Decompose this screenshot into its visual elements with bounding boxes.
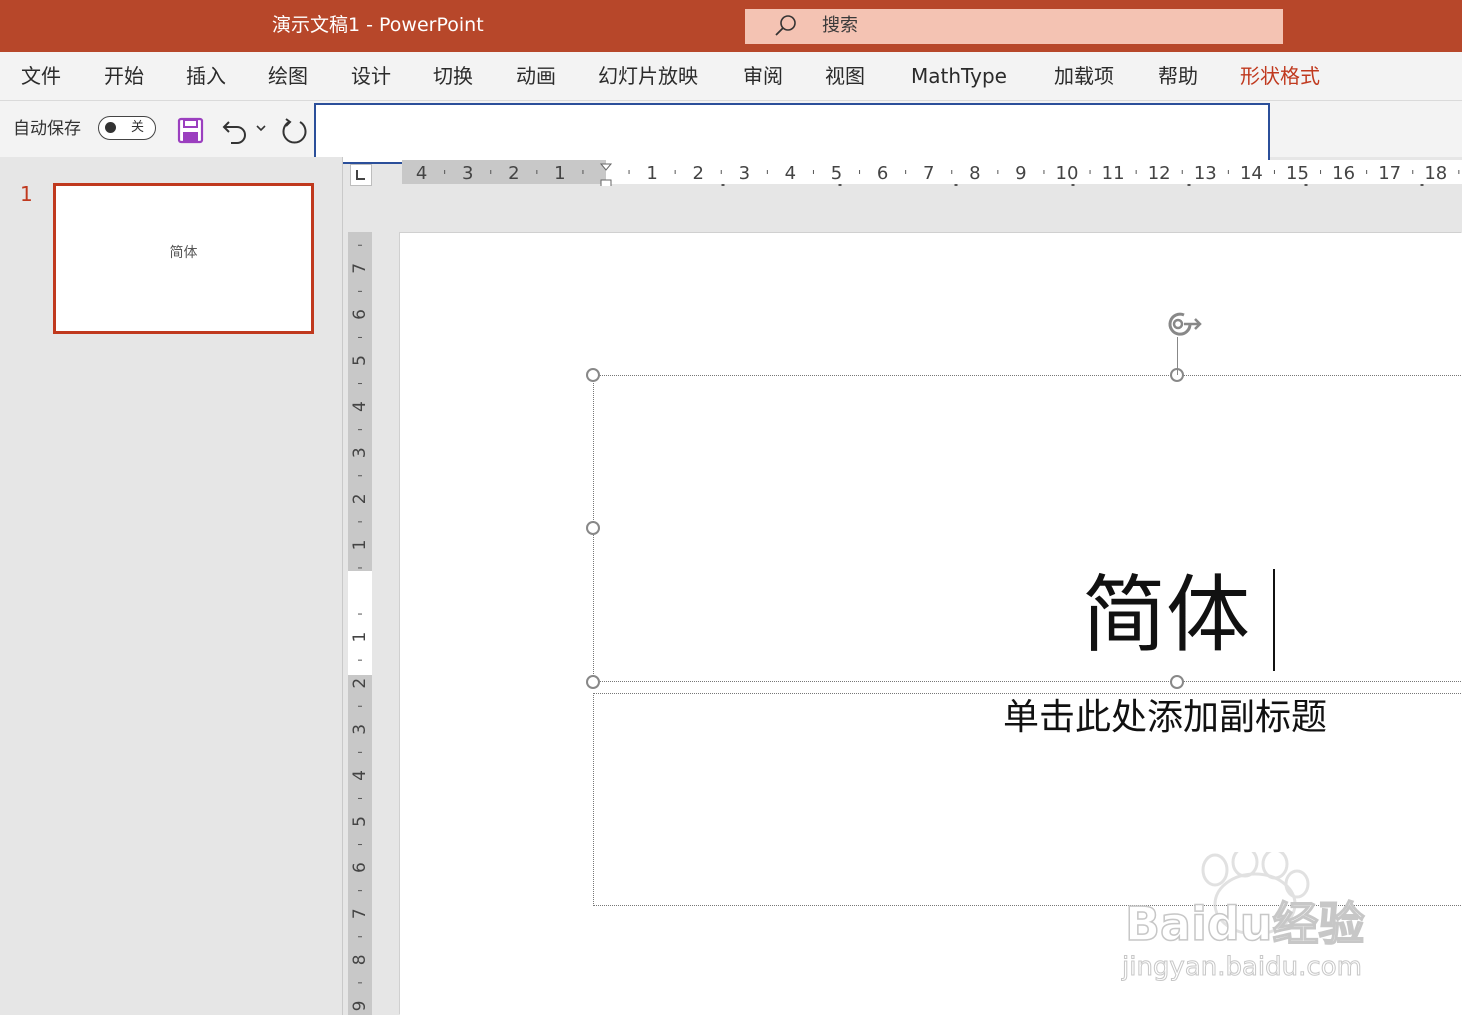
ruler-label: 7 <box>350 263 370 274</box>
autosave-toggle[interactable]: 关 <box>98 116 156 140</box>
name-box-input[interactable] <box>314 103 1270 164</box>
ruler-label: 10 <box>1056 163 1079 184</box>
search-input[interactable]: 搜索 <box>822 14 858 38</box>
tab-11[interactable]: 加载项 <box>1054 62 1114 90</box>
tab-0[interactable]: 文件 <box>21 62 61 90</box>
ruler-label: 1 <box>350 539 370 550</box>
toggle-state: 关 <box>131 120 145 135</box>
ruler-label: 14 <box>1240 163 1263 184</box>
ruler-label: 5 <box>350 355 370 366</box>
tab-7[interactable]: 幻灯片放映 <box>598 62 698 90</box>
tab-5[interactable]: 切换 <box>433 62 473 90</box>
ruler-label: 17 <box>1378 163 1401 184</box>
resize-handle-left[interactable] <box>586 521 600 535</box>
watermark-brand: Baidu经验 <box>1124 896 1365 952</box>
tab-stop-selector[interactable] <box>350 164 372 186</box>
tab-6[interactable]: 动画 <box>516 62 556 90</box>
resize-handle-top-left[interactable] <box>586 368 600 382</box>
resize-handle-bottom-left[interactable] <box>586 675 600 689</box>
ruler-label: 4 <box>350 401 370 412</box>
tab-8[interactable]: 审阅 <box>743 62 783 90</box>
ruler-label: 3 <box>350 724 370 735</box>
window-title: 演示文稿1 - PowerPoint <box>272 14 484 36</box>
ruler-label: 5 <box>350 816 370 827</box>
ruler-label: 3 <box>739 163 750 184</box>
ruler-label: 3 <box>462 163 473 184</box>
title-placeholder[interactable] <box>593 375 1462 682</box>
search-icon[interactable] <box>773 13 799 39</box>
undo-icon[interactable] <box>221 116 249 144</box>
tab-9[interactable]: 视图 <box>825 62 865 90</box>
autosave-label: 自动保存 <box>13 119 81 139</box>
ruler-label: 16 <box>1332 163 1355 184</box>
ruler-label: 8 <box>350 954 370 965</box>
title-text[interactable]: 简体 <box>1082 560 1250 670</box>
ruler-label: 2 <box>350 678 370 689</box>
tab-1[interactable]: 开始 <box>104 62 144 90</box>
tab-12[interactable]: 帮助 <box>1158 62 1198 90</box>
ruler-text-area <box>348 571 372 675</box>
watermark-url: jingyan.baidu.com <box>1122 952 1363 983</box>
ruler-label: 11 <box>1102 163 1125 184</box>
ruler-margin-shade <box>402 160 606 184</box>
ruler-label: 1 <box>554 163 565 184</box>
ruler-label: 6 <box>350 309 370 320</box>
ruler-label: 12 <box>1148 163 1171 184</box>
subtitle-text[interactable]: 单击此处添加副标题 <box>1003 694 1327 742</box>
tab-2[interactable]: 插入 <box>186 62 226 90</box>
horizontal-ruler[interactable]: 4 3 2 1 1 2 3 4 5 6 7 8 9 10 11 12 13 14 15 16 17 18 <box>402 160 1462 186</box>
tab-stop-icon <box>356 170 365 180</box>
ruler-label: 2 <box>508 163 519 184</box>
ruler-label: 6 <box>877 163 888 184</box>
tab-4[interactable]: 设计 <box>351 62 391 90</box>
ruler-label: 13 <box>1194 163 1217 184</box>
tab-10[interactable]: MathType <box>911 62 1007 90</box>
ruler-label: 7 <box>923 163 934 184</box>
resize-handle-bottom[interactable] <box>1170 675 1184 689</box>
ruler-label: 1 <box>646 163 657 184</box>
tab-3[interactable]: 绘图 <box>268 62 308 90</box>
ruler-label: 4 <box>350 770 370 781</box>
ruler-label: 6 <box>350 862 370 873</box>
ruler-label: 8 <box>969 163 980 184</box>
text-cursor <box>1273 569 1275 671</box>
ruler-label: 1 <box>350 632 370 643</box>
slide-thumbnail[interactable]: 简体 <box>53 183 314 334</box>
rotate-icon[interactable] <box>1160 306 1204 342</box>
chevron-down-icon[interactable] <box>255 122 267 134</box>
ruler-label: 5 <box>831 163 842 184</box>
tab-13[interactable]: 形状格式 <box>1240 62 1320 90</box>
toggle-knob <box>105 122 116 133</box>
ruler-label: 2 <box>350 493 370 504</box>
ruler-label: 4 <box>785 163 796 184</box>
ruler-label: 3 <box>350 447 370 458</box>
vertical-ruler[interactable]: 7 6 5 4 3 2 1 1 2 3 4 5 6 7 8 9 <box>348 232 372 1015</box>
ruler-label: 9 <box>1015 163 1026 184</box>
ruler-label: 4 <box>416 163 427 184</box>
save-icon[interactable] <box>177 117 204 144</box>
thumbnail-title-text: 简体 <box>169 245 198 261</box>
ruler-label: 7 <box>350 908 370 919</box>
slide-number: 1 <box>20 182 33 206</box>
rotate-stem <box>1177 337 1178 375</box>
ruler-label: 15 <box>1286 163 1309 184</box>
redo-icon[interactable] <box>281 116 311 146</box>
ruler-label: 9 <box>350 1000 370 1011</box>
ruler-label: 2 <box>692 163 703 184</box>
ruler-label: 18 <box>1424 163 1447 184</box>
